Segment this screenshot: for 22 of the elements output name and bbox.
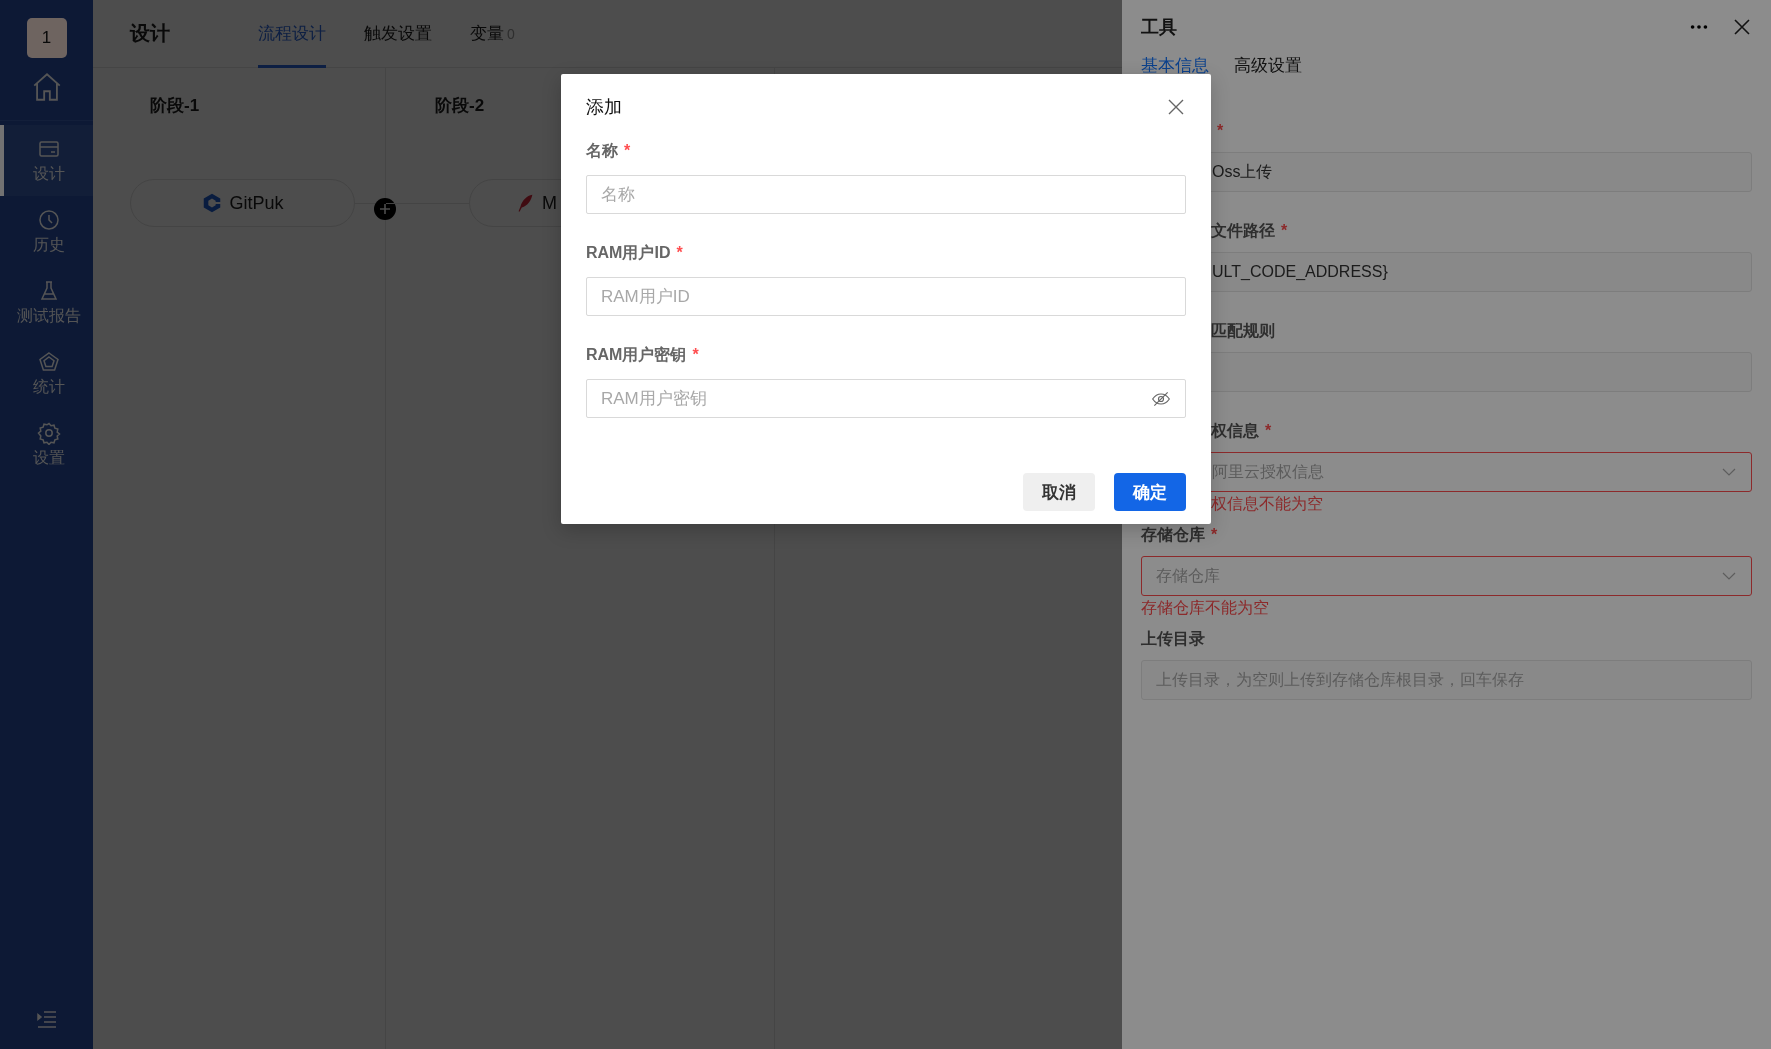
page-title: 设计: [130, 21, 170, 46]
dialog-title: 添加: [586, 96, 623, 119]
error-message: 存储仓库不能为空: [1141, 599, 1269, 616]
required-mark: *: [1281, 222, 1288, 240]
required-mark: *: [676, 244, 683, 262]
required-mark: *: [1211, 526, 1218, 544]
required-mark: *: [624, 142, 631, 160]
field-label: 匹配规则: [1211, 320, 1275, 341]
field-label: 文件路径: [1211, 220, 1275, 241]
required-mark: *: [1265, 422, 1272, 440]
field-label: 存储仓库: [1141, 524, 1205, 545]
field-label: 上传目录: [1141, 628, 1205, 649]
required-mark: *: [692, 346, 699, 364]
field-label: RAM用户密钥: [586, 344, 687, 365]
field-label: 名称: [586, 140, 618, 161]
stage-title: 阶段-2: [435, 95, 485, 117]
field-label: 权信息: [1211, 420, 1259, 441]
drawer-title: 工具: [1141, 16, 1178, 39]
stage-title: 阶段-1: [150, 95, 200, 117]
error-message: 权信息不能为空: [1211, 495, 1323, 512]
required-mark: *: [1217, 122, 1224, 140]
field-label: RAM用户ID: [586, 242, 671, 263]
